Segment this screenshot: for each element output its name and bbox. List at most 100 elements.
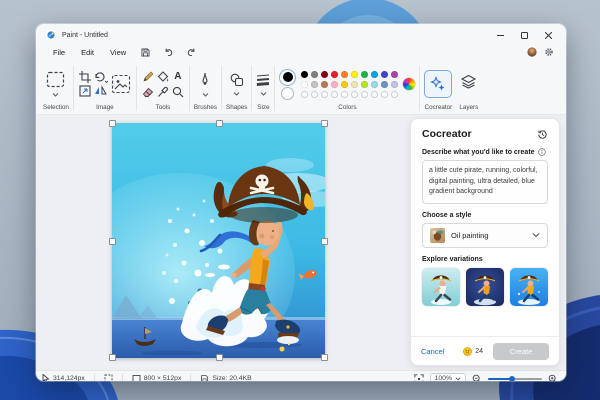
resize-icon[interactable]: [79, 85, 91, 97]
account-avatar[interactable]: [527, 47, 537, 57]
palette-empty-slot[interactable]: [311, 90, 319, 98]
resize-handle[interactable]: [109, 354, 116, 361]
palette-color[interactable]: [331, 80, 339, 88]
info-icon[interactable]: [537, 148, 546, 156]
zoom-out-icon[interactable]: [472, 374, 482, 382]
color1-swatch[interactable]: [279, 68, 297, 86]
group-label-selection: Selection: [43, 104, 69, 111]
create-button[interactable]: Create: [493, 342, 549, 360]
text-tool-icon[interactable]: A: [174, 71, 181, 82]
palette-color[interactable]: [391, 70, 399, 78]
palette-color[interactable]: [311, 70, 319, 78]
palette-empty-slot[interactable]: [381, 90, 389, 98]
palette-color[interactable]: [341, 70, 349, 78]
color2-swatch[interactable]: [281, 86, 295, 100]
palette-color[interactable]: [331, 70, 339, 78]
resize-handle[interactable]: [109, 120, 116, 127]
palette-color[interactable]: [351, 80, 359, 88]
edit-colors-button[interactable]: [403, 78, 416, 90]
variation-thumbnail-3[interactable]: [510, 268, 548, 306]
selection-tool-button[interactable]: [46, 71, 65, 97]
resize-handle[interactable]: [216, 120, 223, 127]
flip-icon[interactable]: [94, 85, 108, 97]
paint-app-icon: [46, 30, 56, 40]
resize-handle[interactable]: [216, 354, 223, 361]
history-icon[interactable]: [537, 129, 548, 140]
ribbon-group-layers: Layers: [453, 62, 479, 114]
palette-color[interactable]: [361, 70, 369, 78]
eraser-tool-icon[interactable]: [142, 86, 154, 98]
palette-color[interactable]: [341, 80, 349, 88]
redo-button[interactable]: [181, 46, 202, 59]
palette-color[interactable]: [311, 80, 319, 88]
save-button[interactable]: [135, 46, 156, 59]
fill-tool-icon[interactable]: [157, 70, 169, 83]
maximize-button[interactable]: [514, 29, 534, 41]
palette-color[interactable]: [371, 80, 379, 88]
brushes-button[interactable]: [198, 72, 212, 97]
zoom-level-select[interactable]: 100%: [429, 373, 466, 381]
undo-button[interactable]: [158, 46, 179, 59]
fit-to-screen-icon[interactable]: [413, 373, 424, 382]
resize-handle[interactable]: [321, 238, 328, 245]
titlebar: Paint - Untitled: [36, 24, 566, 43]
palette-empty-slot[interactable]: [321, 90, 329, 98]
menu-edit[interactable]: Edit: [74, 46, 101, 59]
credits-coin-icon: [463, 346, 473, 356]
menu-file[interactable]: File: [46, 46, 72, 59]
style-dropdown[interactable]: Oil painting: [422, 223, 548, 248]
ribbon-group-brushes: Brushes: [193, 62, 218, 114]
palette-empty-slot[interactable]: [331, 90, 339, 98]
canvas[interactable]: [109, 120, 328, 361]
ribbon-group-tools: A Tools: [140, 62, 186, 114]
zoom-slider-knob[interactable]: [509, 375, 516, 381]
group-label-colors: Colors: [338, 104, 357, 111]
palette-color[interactable]: [361, 80, 369, 88]
zoom-in-icon[interactable]: [548, 374, 558, 382]
shapes-button[interactable]: [229, 73, 244, 96]
prompt-textarea[interactable]: a little cute pirate, running, colorful,…: [422, 160, 548, 204]
undo-icon: [165, 48, 173, 56]
palette-color[interactable]: [321, 70, 329, 78]
pencil-tool-icon[interactable]: [142, 71, 154, 83]
palette-empty-slot[interactable]: [301, 90, 309, 98]
palette-color[interactable]: [381, 80, 389, 88]
layers-button[interactable]: [460, 74, 477, 94]
variation-thumbnail-2[interactable]: [466, 268, 504, 306]
palette-color[interactable]: [321, 80, 329, 88]
magnifier-tool-icon[interactable]: [172, 86, 184, 98]
resize-handle[interactable]: [321, 354, 328, 361]
palette-color[interactable]: [391, 80, 399, 88]
ribbon-group-image: Image: [77, 62, 133, 114]
rotate-icon[interactable]: [94, 71, 108, 83]
size-button[interactable]: [256, 73, 270, 96]
palette-empty-slot[interactable]: [391, 90, 399, 98]
settings-gear-icon[interactable]: [544, 47, 554, 57]
eyedropper-tool-icon[interactable]: [157, 86, 169, 98]
menu-view[interactable]: View: [103, 46, 133, 59]
group-label-shapes: Shapes: [226, 104, 248, 111]
palette-color[interactable]: [301, 80, 309, 88]
minimize-button[interactable]: [490, 29, 510, 41]
palette-empty-slot[interactable]: [361, 90, 369, 98]
chevron-down-icon: [260, 91, 267, 96]
palette-empty-slot[interactable]: [351, 90, 359, 98]
crop-icon[interactable]: [78, 71, 91, 83]
palette-color[interactable]: [351, 70, 359, 78]
zoom-slider[interactable]: [488, 375, 542, 381]
palette-color[interactable]: [371, 70, 379, 78]
palette-empty-slot[interactable]: [341, 90, 349, 98]
cancel-button[interactable]: Cancel: [421, 347, 444, 356]
palette-empty-slot[interactable]: [371, 90, 379, 98]
resize-handle[interactable]: [321, 120, 328, 127]
close-button[interactable]: [538, 29, 558, 41]
variation-thumbnail-1[interactable]: [422, 268, 460, 306]
file-size-icon: [201, 375, 209, 381]
palette-color[interactable]: [381, 70, 389, 78]
palette-color[interactable]: [301, 70, 309, 78]
image-options-icon[interactable]: [111, 74, 131, 94]
cocreator-button[interactable]: [424, 70, 453, 98]
credits-count: 24: [475, 347, 483, 355]
cursor-position-segment: 314,124px: [42, 374, 85, 381]
resize-handle[interactable]: [109, 238, 116, 245]
